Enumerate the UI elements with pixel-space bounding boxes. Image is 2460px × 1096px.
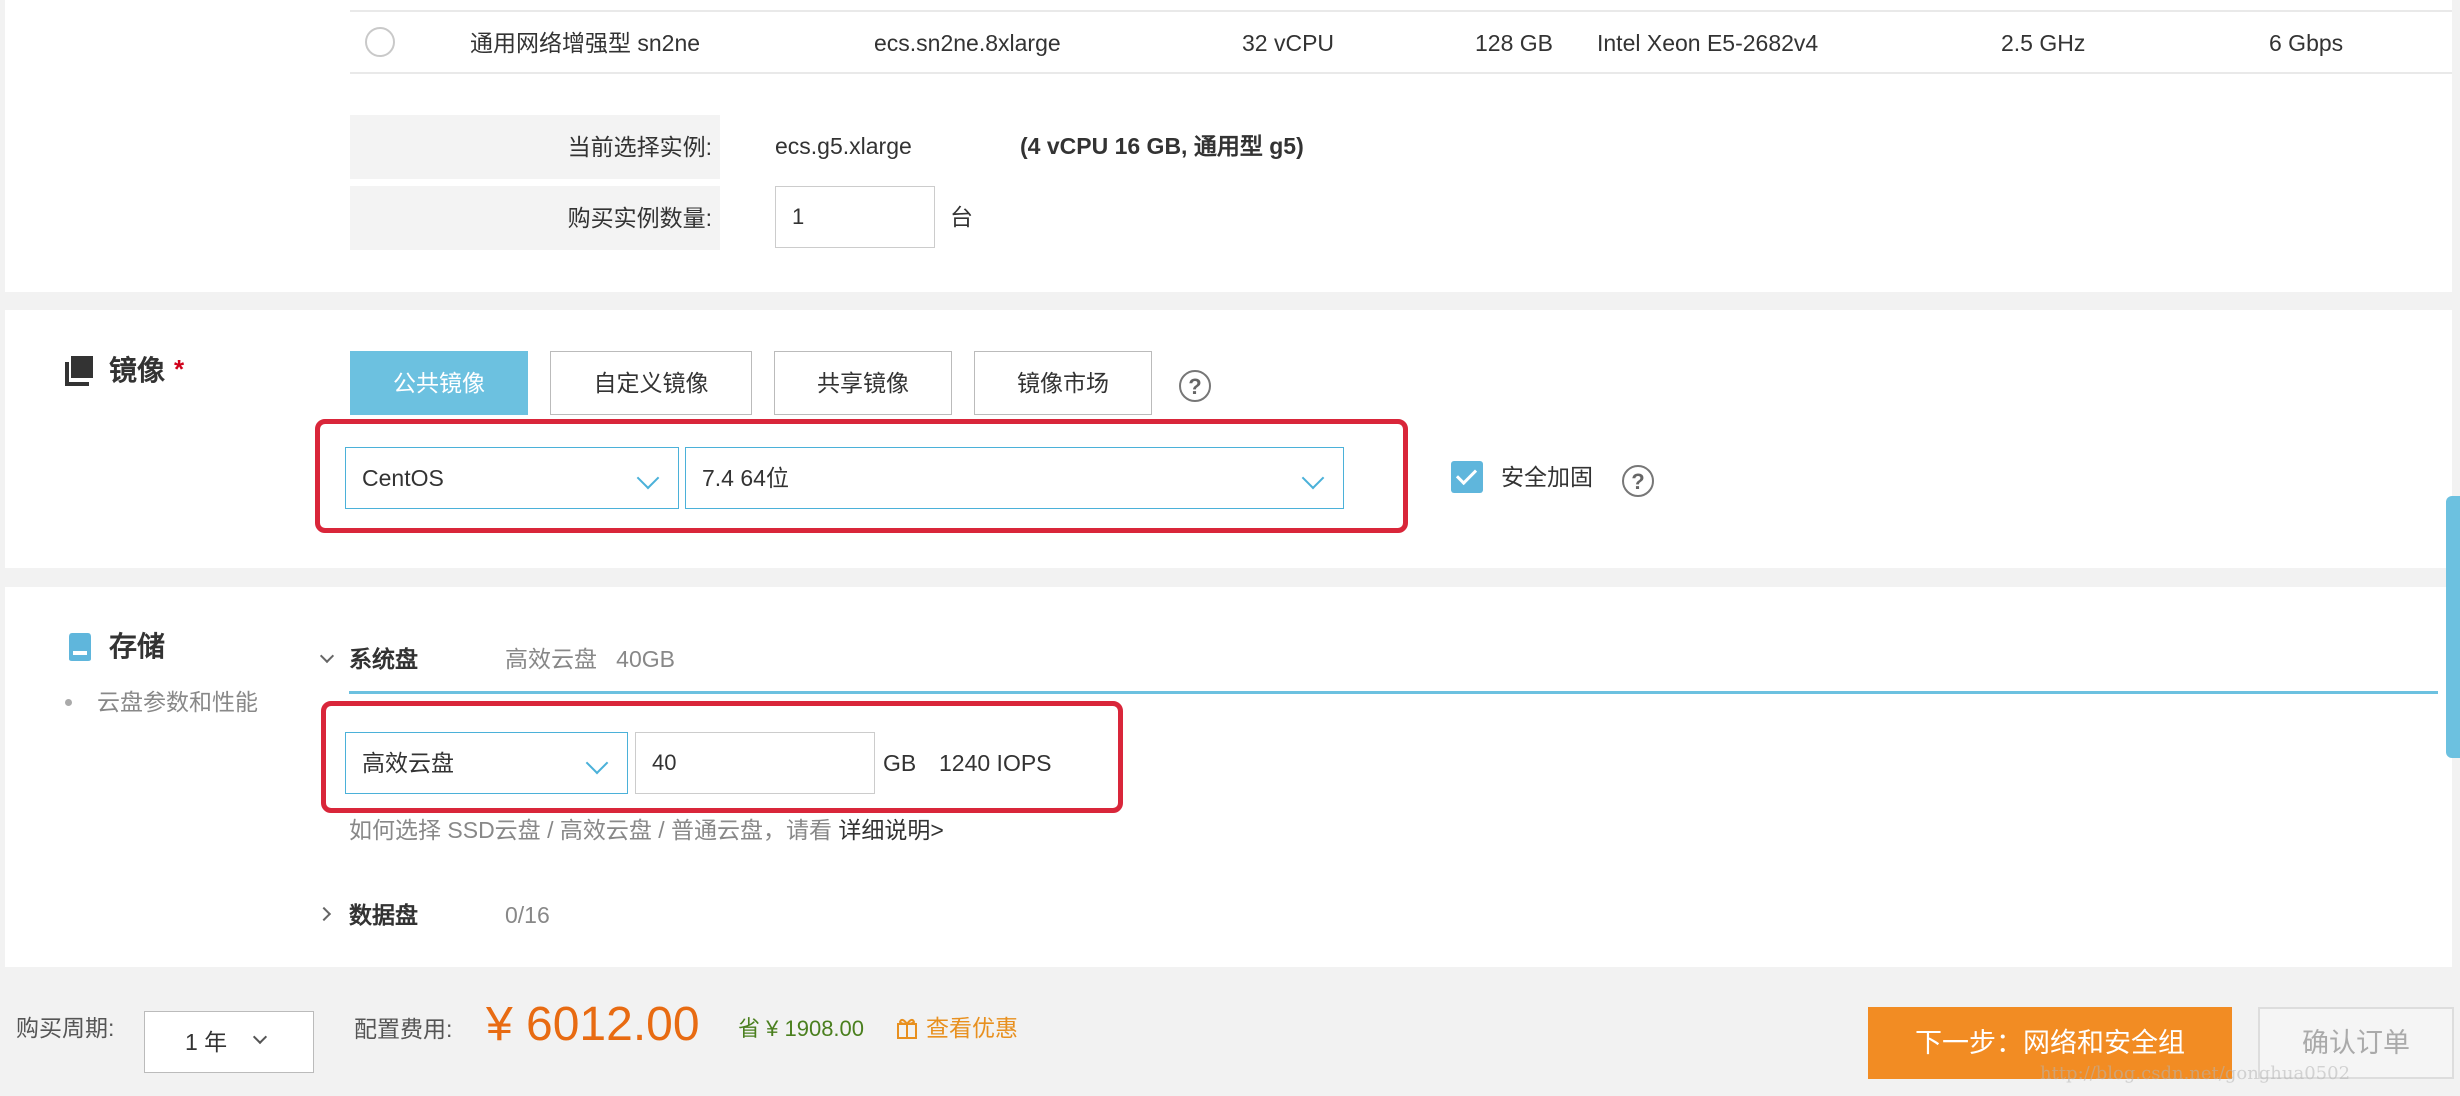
version-select[interactable]: 7.4 64位 — [685, 447, 1344, 509]
data-disk-count: 0/16 — [505, 902, 550, 928]
disk-type-value: 高效云盘 — [362, 750, 454, 776]
fee-label: 配置费用: — [354, 1016, 453, 1042]
gift-icon — [897, 1018, 917, 1039]
table-rule — [350, 10, 2452, 12]
quantity-input[interactable]: 1 — [775, 186, 935, 248]
table-rule — [350, 72, 2452, 74]
watermark: http://blog.csdn.net/gonghua0502 — [2040, 1063, 2351, 1084]
chevron-down-icon — [1301, 466, 1325, 490]
side-float-tab[interactable] — [2446, 496, 2460, 758]
security-checkbox[interactable] — [1451, 461, 1483, 493]
instance-clock: 2.5 GHz — [2001, 30, 2086, 56]
tab-image-market[interactable]: 镜像市场 — [974, 351, 1152, 415]
tab-public-image[interactable]: 公共镜像 — [350, 351, 528, 415]
required-mark: * — [174, 354, 185, 384]
system-disk-rule — [349, 691, 2438, 694]
system-disk-label[interactable]: 系统盘 — [349, 645, 418, 673]
quantity-unit: 台 — [950, 204, 973, 230]
total-price: ¥ 6012.00 — [486, 998, 700, 1051]
save-amount: 1908.00 — [784, 1016, 865, 1041]
period-select[interactable]: 1 年 — [144, 1011, 314, 1073]
instance-family: 通用网络增强型 sn2ne — [470, 30, 701, 56]
chevron-down-icon[interactable] — [319, 648, 335, 664]
chevron-down-icon — [585, 751, 609, 775]
footer-bar: 购买周期: 1 年 配置费用: ¥ 6012.00 省 ¥ 1908.00 查看… — [0, 967, 2460, 1096]
os-select-value: CentOS — [362, 465, 444, 491]
disk-hint-link[interactable]: 详细说明> — [838, 817, 943, 843]
security-help-icon[interactable]: ? — [1622, 465, 1654, 497]
discount-link[interactable]: 查看优惠 — [926, 1014, 1018, 1042]
data-disk-label[interactable]: 数据盘 — [349, 901, 418, 929]
tab-custom-image[interactable]: 自定义镜像 — [550, 351, 752, 415]
image-section-title: 镜像 — [109, 355, 166, 386]
instance-vcpu: 32 vCPU — [1242, 30, 1335, 56]
current-instance-value: ecs.g5.xlarge — [775, 133, 912, 159]
security-label: 安全加固 — [1501, 464, 1593, 490]
disk-hint: 如何选择 SSD云盘 / 高效云盘 / 普通云盘，请看 详细说明> — [349, 816, 944, 844]
disk-hint-text: 如何选择 SSD云盘 / 高效云盘 / 普通云盘，请看 — [349, 817, 833, 843]
image-help-icon[interactable]: ? — [1179, 370, 1211, 402]
image-icon — [65, 356, 93, 386]
disk-size-input[interactable]: 40 — [635, 732, 875, 794]
instance-spec: ecs.sn2ne.8xlarge — [874, 30, 1061, 56]
current-instance-label: 当前选择实例: — [567, 134, 712, 160]
system-disk-summary: 高效云盘 40GB — [505, 646, 675, 672]
instance-radio[interactable] — [365, 27, 395, 57]
bullet-icon — [65, 699, 72, 706]
storage-sub-item[interactable]: 云盘参数和性能 — [97, 688, 258, 716]
storage-icon — [69, 633, 91, 661]
save-label: 省 ¥ — [738, 1016, 779, 1041]
chevron-down-icon — [252, 1029, 268, 1045]
current-instance-detail: (4 vCPU 16 GB, 通用型 g5) — [1020, 133, 1304, 159]
image-card: 镜像 * 公共镜像 自定义镜像 共享镜像 镜像市场 ? CentOS 7.4 6… — [5, 310, 2452, 568]
storage-section-title: 存储 — [109, 631, 166, 662]
disk-type-select[interactable]: 高效云盘 — [345, 732, 628, 794]
save-text: 省 ¥ 1908.00 — [738, 1015, 864, 1043]
disk-iops: 1240 IOPS — [939, 750, 1052, 776]
chevron-down-icon — [636, 466, 660, 490]
tab-shared-image[interactable]: 共享镜像 — [774, 351, 952, 415]
os-select[interactable]: CentOS — [345, 447, 679, 509]
instance-card: 通用网络增强型 sn2ne ecs.sn2ne.8xlarge 32 vCPU … — [5, 0, 2452, 292]
period-label: 购买周期: — [16, 1015, 115, 1041]
disk-size-unit: GB — [883, 750, 917, 776]
chevron-right-icon[interactable] — [316, 906, 332, 922]
version-select-value: 7.4 64位 — [702, 465, 789, 491]
instance-processor: Intel Xeon E5-2682v4 — [1597, 30, 1819, 56]
quantity-label: 购买实例数量: — [567, 205, 712, 231]
instance-bandwidth: 6 Gbps — [2269, 30, 2344, 56]
period-value: 1 年 — [185, 1029, 228, 1055]
storage-card: 存储 云盘参数和性能 系统盘 高效云盘 40GB 高效云盘 40 GB 1240… — [5, 587, 2452, 967]
instance-memory: 128 GB — [1475, 30, 1553, 56]
